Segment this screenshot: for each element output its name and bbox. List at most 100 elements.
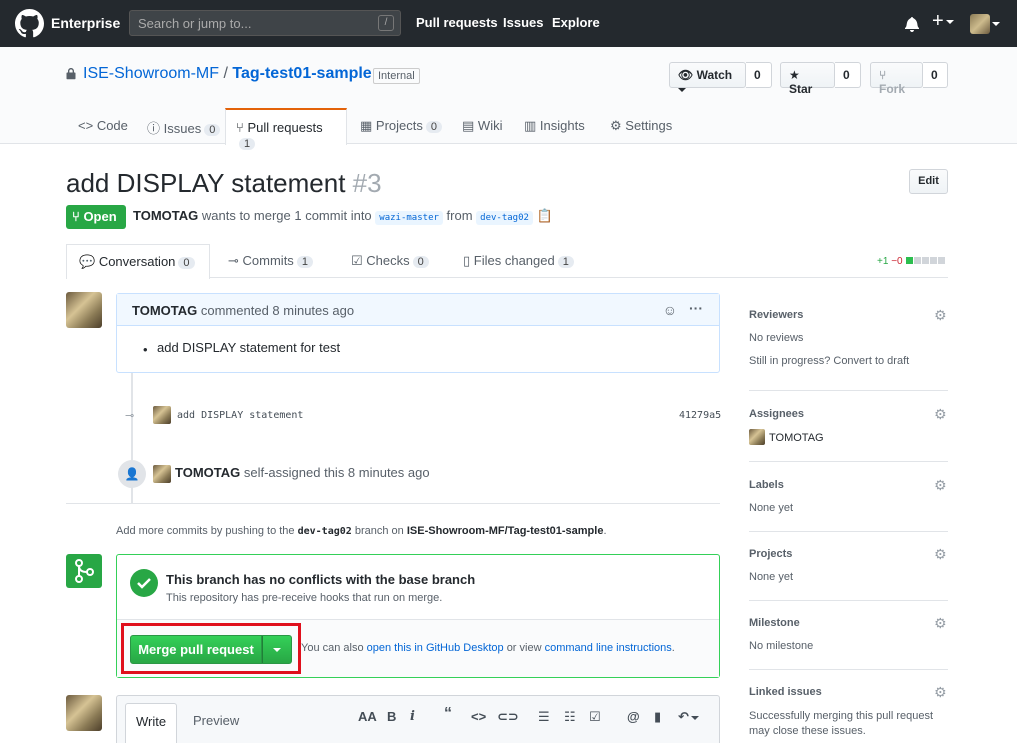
- tab-insights[interactable]: ▥ Insights: [514, 108, 595, 144]
- gear-icon[interactable]: ⚙: [934, 685, 948, 699]
- create-new-button[interactable]: +: [932, 10, 954, 33]
- merge-status-subtitle: This repository has pre-receive hooks th…: [166, 592, 443, 604]
- user-avatar[interactable]: [970, 14, 990, 34]
- projects-value: None yet: [749, 571, 794, 583]
- pr-tabnav: 💬 Conversation 0 ⊸ Commits 1 ☑ Checks 0 ▯ F…: [66, 244, 948, 279]
- italic-icon[interactable]: i: [410, 709, 415, 724]
- bell-icon[interactable]: [905, 16, 919, 32]
- tab-conversation[interactable]: 💬 Conversation 0: [66, 244, 210, 279]
- tab-pull-requests-count: 1: [239, 138, 256, 150]
- book-icon: ▤: [462, 118, 475, 133]
- gear-icon[interactable]: ⚙: [934, 547, 948, 561]
- avatar[interactable]: [153, 406, 171, 424]
- avatar[interactable]: [153, 465, 171, 483]
- github-logo-icon[interactable]: [15, 9, 44, 38]
- projects-title[interactable]: Projects: [749, 548, 792, 560]
- search-input[interactable]: Search or jump to... /: [129, 10, 401, 36]
- avatar[interactable]: [749, 429, 765, 445]
- gear-icon[interactable]: ⚙: [934, 308, 948, 322]
- labels-title[interactable]: Labels: [749, 479, 784, 491]
- fork-button[interactable]: ⑂ Fork: [870, 62, 923, 96]
- diffstat-additions: +1: [877, 256, 889, 267]
- tab-commits[interactable]: ⊸ Commits 1: [216, 244, 325, 278]
- edit-title-button[interactable]: Edit: [909, 169, 948, 194]
- comment-discussion-icon: 💬: [79, 254, 96, 269]
- assign-user-link[interactable]: TOMOTAG: [175, 465, 240, 480]
- git-pull-request-icon: ⑂: [236, 120, 244, 135]
- repo-header: ISE-Showroom-MF / Tag-test01-sample Inte…: [0, 47, 1017, 150]
- code-icon[interactable]: <>: [471, 709, 486, 724]
- repo-name-link[interactable]: Tag-test01-sample: [232, 65, 371, 82]
- bold-icon[interactable]: B: [387, 709, 396, 724]
- watch-label: Watch: [696, 68, 733, 82]
- smiley-icon[interactable]: ☺: [663, 302, 677, 318]
- merge-alt-post: .: [671, 642, 675, 654]
- tab-preview[interactable]: Preview: [193, 713, 239, 728]
- convert-to-draft-link[interactable]: Still in progress? Convert to draft: [749, 355, 909, 367]
- clippy-icon[interactable]: 📋: [537, 208, 553, 223]
- assignee-link[interactable]: TOMOTAG: [769, 432, 824, 444]
- tab-files-changed[interactable]: ▯ Files changed 1: [451, 244, 586, 278]
- tab-write[interactable]: Write: [125, 703, 177, 743]
- reviewers-title[interactable]: Reviewers: [749, 309, 803, 321]
- issue-opened-icon: ⓘ: [147, 121, 161, 136]
- avatar[interactable]: [66, 292, 102, 328]
- tab-pull-requests[interactable]: ⑂ Pull requests 1: [225, 108, 347, 150]
- base-branch-ref[interactable]: wazi-master: [375, 211, 443, 225]
- assignees-title[interactable]: Assignees: [749, 408, 804, 420]
- linked-issues-title[interactable]: Linked issues: [749, 686, 822, 698]
- commit-sha-link[interactable]: 41279a5: [679, 410, 721, 421]
- gear-icon[interactable]: ⚙: [934, 478, 948, 492]
- watch-button[interactable]: 👁 Watch: [669, 62, 746, 92]
- fork-count[interactable]: 0: [923, 62, 948, 88]
- tab-checks[interactable]: ☑ Checks 0: [339, 244, 441, 278]
- bookmark-icon[interactable]: ▮: [654, 709, 661, 725]
- open-desktop-link[interactable]: open this in GitHub Desktop: [367, 642, 504, 654]
- comment-body: • add DISPLAY statement for test: [117, 326, 719, 357]
- tab-code[interactable]: <> Code: [68, 108, 138, 144]
- list-unordered-icon[interactable]: ☰: [538, 709, 550, 725]
- tab-wiki-label: Wiki: [477, 118, 503, 133]
- text-size-icon[interactable]: AA: [358, 709, 377, 724]
- user-menu-caret-icon[interactable]: [992, 22, 1000, 26]
- git-commit-icon: ⊸: [228, 253, 239, 268]
- tab-settings-label: Settings: [625, 118, 673, 133]
- link-icon[interactable]: ⊂⊃: [497, 709, 519, 725]
- sidebar-divider: [749, 461, 948, 462]
- search-shortcut-key: /: [378, 15, 394, 31]
- tab-files-changed-label: Files changed: [473, 253, 555, 268]
- brand-label[interactable]: Enterprise: [51, 15, 120, 31]
- comment-header: TOMOTAG commented 8 minutes ago ☺ ···: [117, 294, 719, 326]
- watch-count[interactable]: 0: [746, 62, 772, 88]
- head-branch-ref[interactable]: dev-tag02: [476, 211, 533, 225]
- star-count[interactable]: 0: [835, 62, 861, 88]
- merge-alt-text: You can also open this in GitHub Desktop…: [301, 642, 675, 654]
- repo-owner-link[interactable]: ISE-Showroom-MF: [83, 65, 219, 82]
- gear-icon[interactable]: ⚙: [934, 407, 948, 421]
- gear-icon[interactable]: ⚙: [934, 616, 948, 630]
- mention-icon[interactable]: @: [627, 709, 640, 724]
- nav-pull-requests[interactable]: Pull requests: [416, 15, 498, 30]
- comment-author-link[interactable]: TOMOTAG: [132, 303, 197, 318]
- list-ordered-icon[interactable]: ☷: [564, 709, 576, 725]
- milestone-title[interactable]: Milestone: [749, 617, 800, 629]
- nav-issues[interactable]: Issues: [503, 15, 543, 30]
- nav-explore[interactable]: Explore: [552, 15, 600, 30]
- gear-icon: ⚙: [610, 118, 622, 133]
- star-button[interactable]: ★ Star: [780, 62, 835, 96]
- tab-issues[interactable]: ⓘ Issues 0: [137, 108, 230, 144]
- quote-icon[interactable]: “: [444, 705, 452, 723]
- fork-label: Fork: [879, 82, 906, 96]
- tab-projects[interactable]: ▦ Projects 0: [350, 108, 452, 144]
- tab-settings[interactable]: ⚙ Settings: [600, 108, 682, 144]
- reply-icon[interactable]: ↶: [678, 709, 699, 725]
- kebab-horizontal-icon[interactable]: ···: [689, 300, 703, 316]
- tasklist-icon[interactable]: ☑: [589, 709, 601, 725]
- commit-message-link[interactable]: add DISPLAY statement: [177, 410, 303, 421]
- command-line-link[interactable]: command line instructions: [545, 642, 672, 654]
- pr-author-link[interactable]: TOMOTAG: [133, 208, 198, 223]
- star-label: Star: [789, 82, 813, 96]
- comment-timestamp[interactable]: commented 8 minutes ago: [201, 303, 354, 318]
- sidebar-divider: [749, 531, 948, 532]
- tab-wiki[interactable]: ▤ Wiki: [452, 108, 512, 144]
